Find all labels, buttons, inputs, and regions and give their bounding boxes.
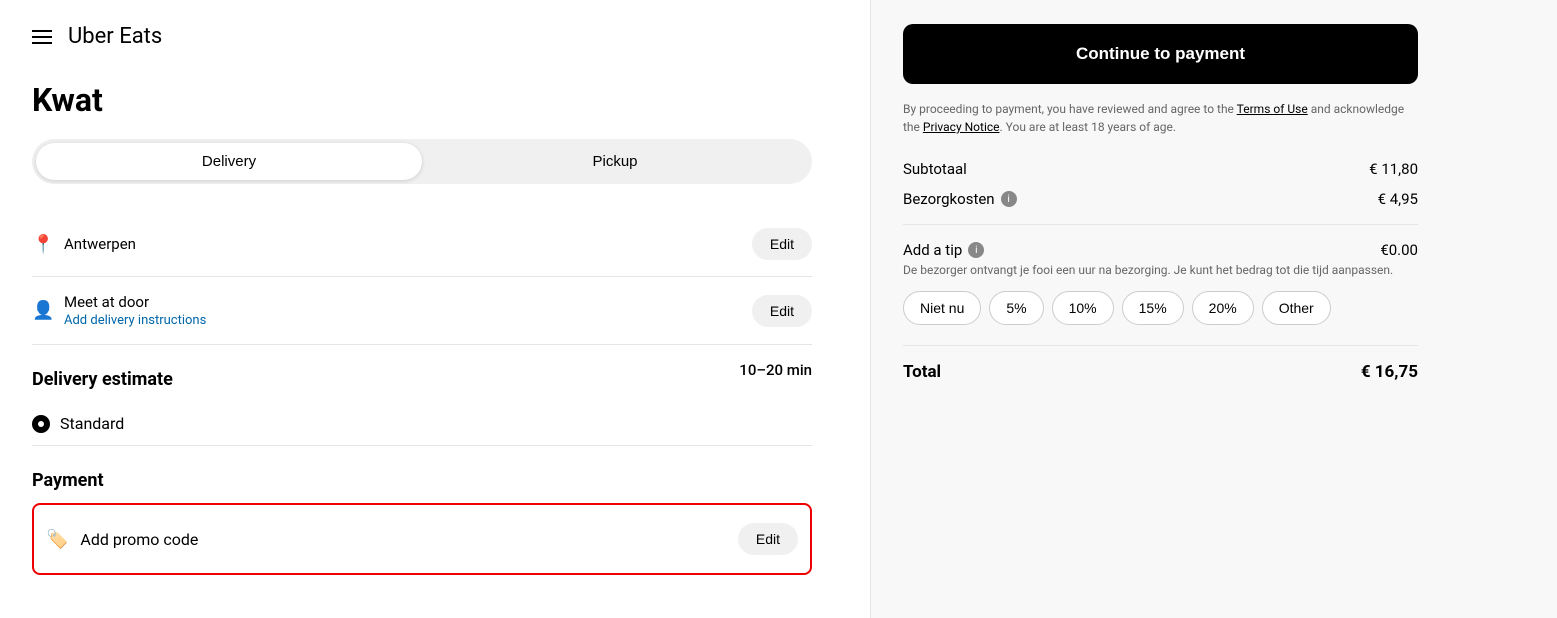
meet-subtitle[interactable]: Add delivery instructions — [64, 313, 206, 328]
meet-edit-button[interactable]: Edit — [752, 295, 812, 327]
tag-icon: 🏷️ — [46, 529, 68, 550]
tip-btn-niet-nu[interactable]: Niet nu — [903, 291, 981, 325]
tip-btn-20pct[interactable]: 20% — [1192, 291, 1254, 325]
tip-label: Add a tip i — [903, 241, 984, 259]
subtotaal-label: Subtotaal — [903, 160, 967, 178]
subtotaal-value: € 11,80 — [1369, 160, 1418, 178]
continue-to-payment-button[interactable]: Continue to payment — [903, 24, 1418, 84]
bezorgkosten-row: Bezorgkosten i € 4,95 — [903, 190, 1418, 208]
tip-info-icon[interactable]: i — [968, 242, 984, 258]
meet-row: 👤 Meet at door Add delivery instructions… — [32, 277, 812, 345]
delivery-tab[interactable]: Delivery — [36, 143, 422, 180]
tip-value: €0.00 — [1380, 241, 1418, 259]
tip-btn-5pct[interactable]: 5% — [989, 291, 1043, 325]
standard-row: Standard — [32, 402, 812, 446]
left-panel: Uber Eats Kwat Delivery Pickup 📍 Antwerp… — [0, 0, 870, 618]
total-value: € 16,75 — [1361, 362, 1418, 382]
tip-buttons: Niet nu5% 10%15%20%Other — [903, 291, 1418, 325]
legal-text: By proceeding to payment, you have revie… — [903, 100, 1418, 136]
address-edit-button[interactable]: Edit — [752, 228, 812, 260]
radio-icon[interactable] — [32, 415, 50, 433]
tip-btn-other[interactable]: Other — [1262, 291, 1331, 325]
privacy-notice-link[interactable]: Privacy Notice — [923, 120, 1000, 134]
brand-logo: Uber Eats — [68, 24, 162, 49]
total-row: Total € 16,75 — [903, 345, 1418, 382]
page-title: Kwat — [32, 81, 838, 119]
pickup-tab[interactable]: Pickup — [422, 143, 808, 180]
meet-title: Meet at door — [64, 293, 206, 311]
right-panel: Continue to payment By proceeding to pay… — [870, 0, 1450, 618]
standard-label: Standard — [60, 414, 124, 433]
tip-btn-10pct[interactable]: 10% — [1052, 291, 1114, 325]
subtotaal-row: Subtotaal € 11,80 — [903, 160, 1418, 178]
header: Uber Eats — [32, 24, 838, 49]
promo-label: Add promo code — [80, 530, 198, 549]
location-icon: 📍 — [32, 234, 52, 255]
address-row: 📍 Antwerpen Edit — [32, 212, 812, 277]
divider — [903, 224, 1418, 225]
address-text: Antwerpen — [64, 235, 136, 253]
tip-note: De bezorger ontvangt je fooi een uur na … — [903, 263, 1418, 277]
estimate-time: 10–20 min — [739, 361, 812, 379]
tip-btn-15pct[interactable]: 15% — [1122, 291, 1184, 325]
delivery-estimate-title: Delivery estimate — [32, 369, 173, 390]
delivery-pickup-toggle: Delivery Pickup — [32, 139, 812, 184]
person-icon: 👤 — [32, 300, 52, 321]
promo-edit-button[interactable]: Edit — [738, 523, 798, 555]
delivery-estimate-section: Delivery estimate 10–20 min Standard — [32, 345, 838, 446]
hamburger-menu[interactable] — [32, 30, 52, 44]
terms-of-use-link[interactable]: Terms of Use — [1237, 102, 1308, 116]
bezorgkosten-value: € 4,95 — [1378, 190, 1418, 208]
bezorgkosten-info-icon[interactable]: i — [1001, 191, 1017, 207]
promo-row: 🏷️ Add promo code Edit — [32, 503, 812, 575]
total-label: Total — [903, 362, 941, 382]
payment-title: Payment — [32, 470, 838, 491]
payment-section: Payment 🏷️ Add promo code Edit — [32, 470, 838, 575]
tip-row: Add a tip i €0.00 — [903, 241, 1418, 259]
bezorgkosten-label: Bezorgkosten i — [903, 190, 1017, 208]
